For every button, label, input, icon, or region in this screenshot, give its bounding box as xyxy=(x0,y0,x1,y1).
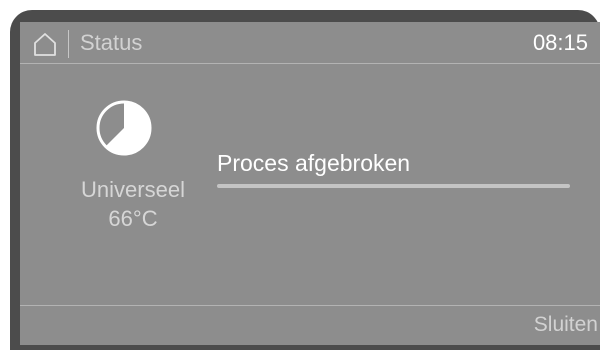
home-icon[interactable] xyxy=(32,31,58,57)
pie-progress-icon xyxy=(92,96,156,160)
program-name: Universeel xyxy=(81,177,185,202)
page-title: Status xyxy=(80,30,143,55)
status-message: Proces afgebroken xyxy=(217,150,411,176)
clock-time: 08:15 xyxy=(532,30,588,55)
progress-bar xyxy=(217,184,570,188)
header-bar: Status 08:15 xyxy=(20,22,600,64)
program-temperature: 66°C xyxy=(108,206,158,231)
header-separator xyxy=(68,30,69,58)
close-button[interactable]: Sluiten xyxy=(534,313,598,337)
display-screen: Status 08:15 Universeel 66°C Proces afge… xyxy=(20,22,600,345)
footer-bar: Sluiten xyxy=(20,305,600,345)
